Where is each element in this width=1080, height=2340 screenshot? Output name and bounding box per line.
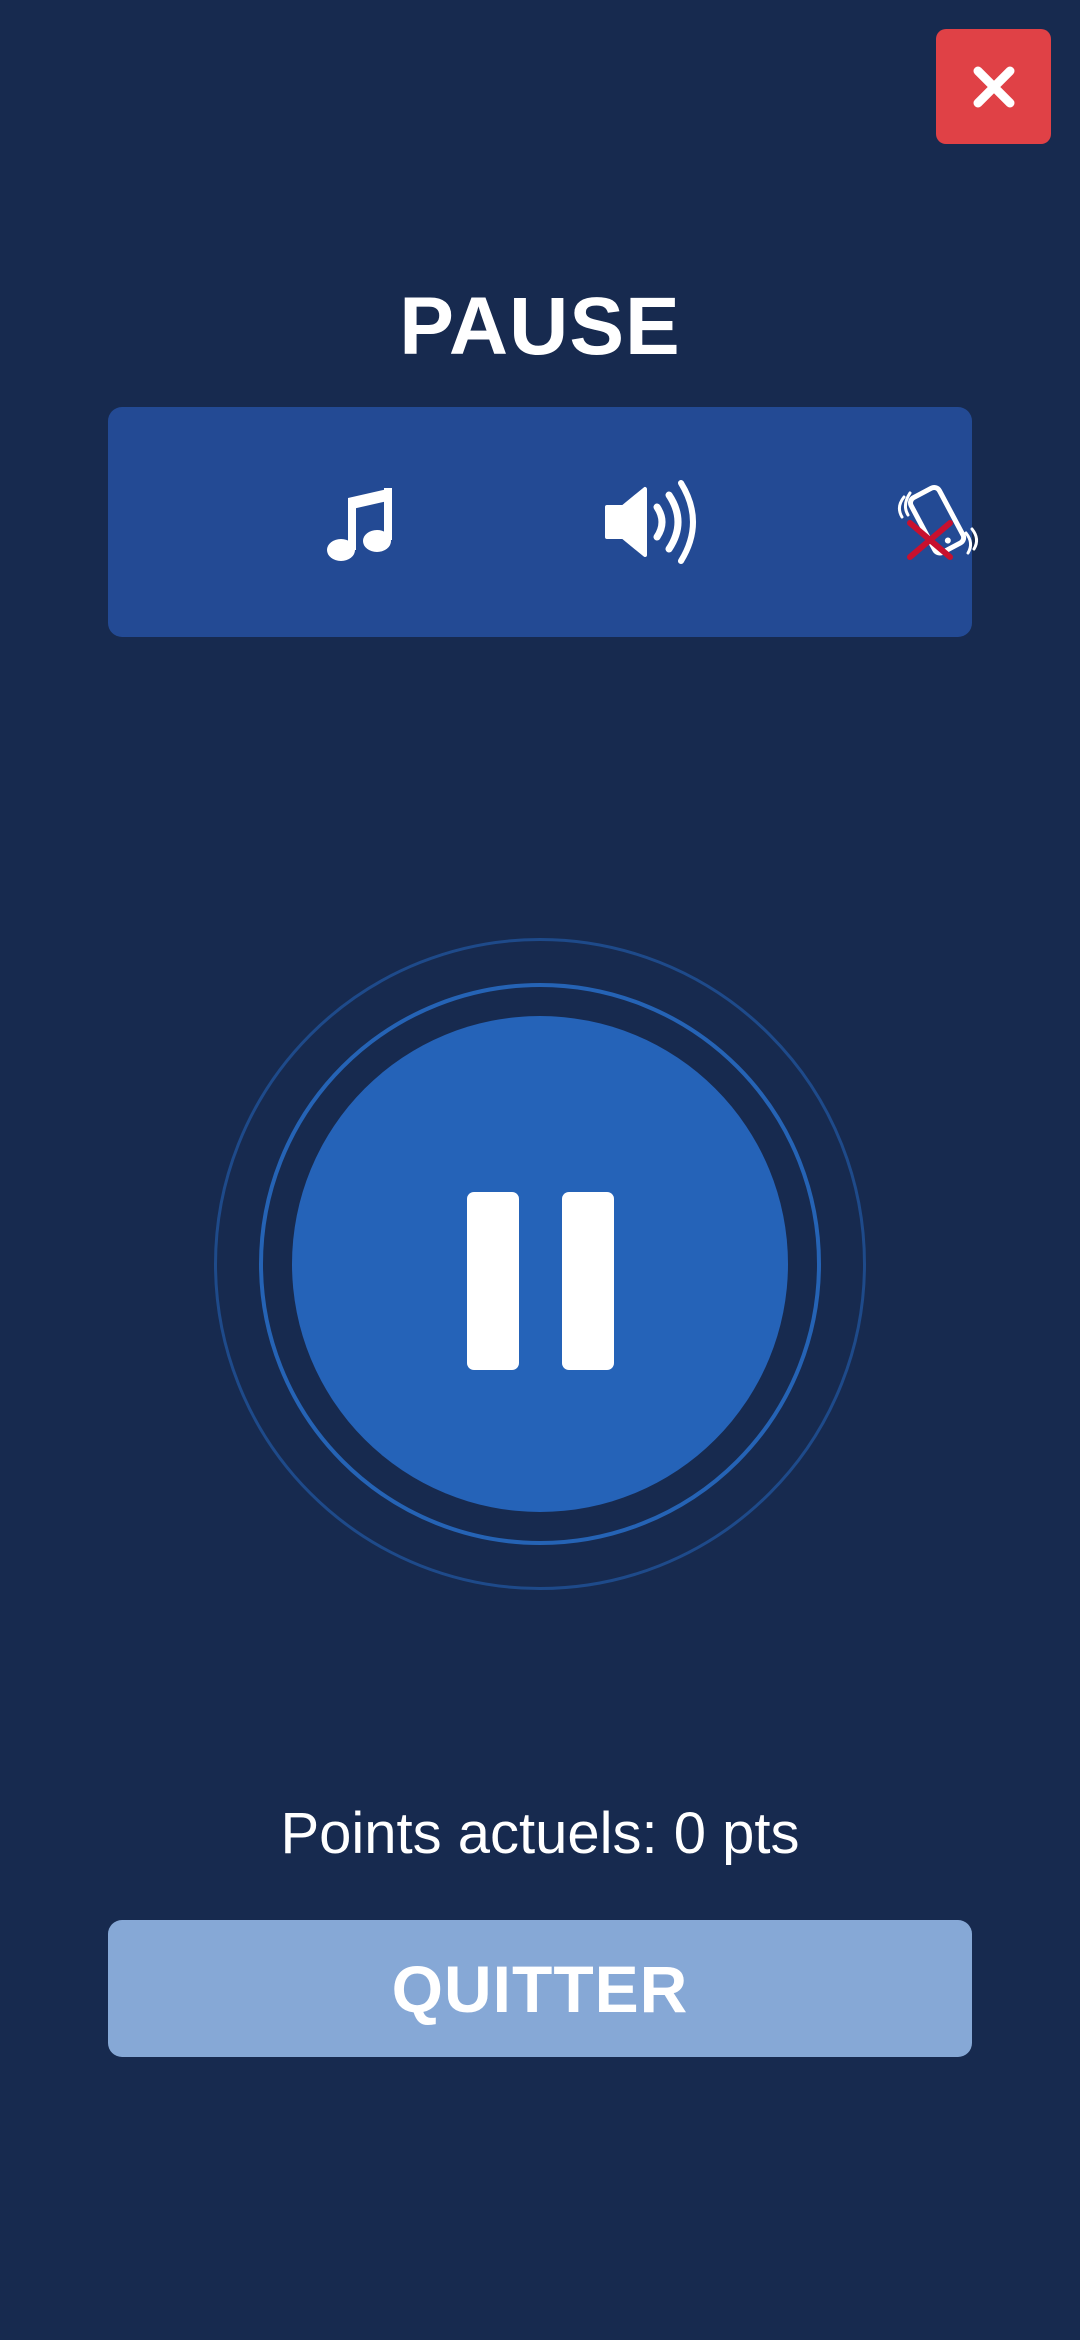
pause-screen: PAUSE Points actuels: 0 pts QUITTER bbox=[0, 0, 1080, 2340]
pause-control bbox=[214, 938, 866, 1590]
speaker-volume-icon bbox=[605, 480, 696, 564]
music-toggle[interactable] bbox=[280, 407, 440, 637]
close-button[interactable] bbox=[936, 29, 1051, 144]
phone-vibration-icon bbox=[897, 484, 979, 560]
quit-button[interactable]: QUITTER bbox=[108, 1920, 972, 2057]
current-points: Points actuels: 0 pts bbox=[280, 1801, 800, 1866]
pause-button[interactable] bbox=[292, 1016, 788, 1512]
settings-panel bbox=[108, 407, 979, 637]
vibration-toggle[interactable] bbox=[858, 407, 1018, 637]
sound-toggle[interactable] bbox=[571, 407, 731, 637]
music-note-icon bbox=[327, 488, 392, 561]
disabled-mark-icon bbox=[907, 520, 953, 560]
page-title: PAUSE bbox=[399, 281, 681, 372]
pause-bar-right bbox=[562, 1192, 614, 1370]
pause-bar-left bbox=[467, 1192, 519, 1370]
close-icon bbox=[973, 66, 1014, 107]
